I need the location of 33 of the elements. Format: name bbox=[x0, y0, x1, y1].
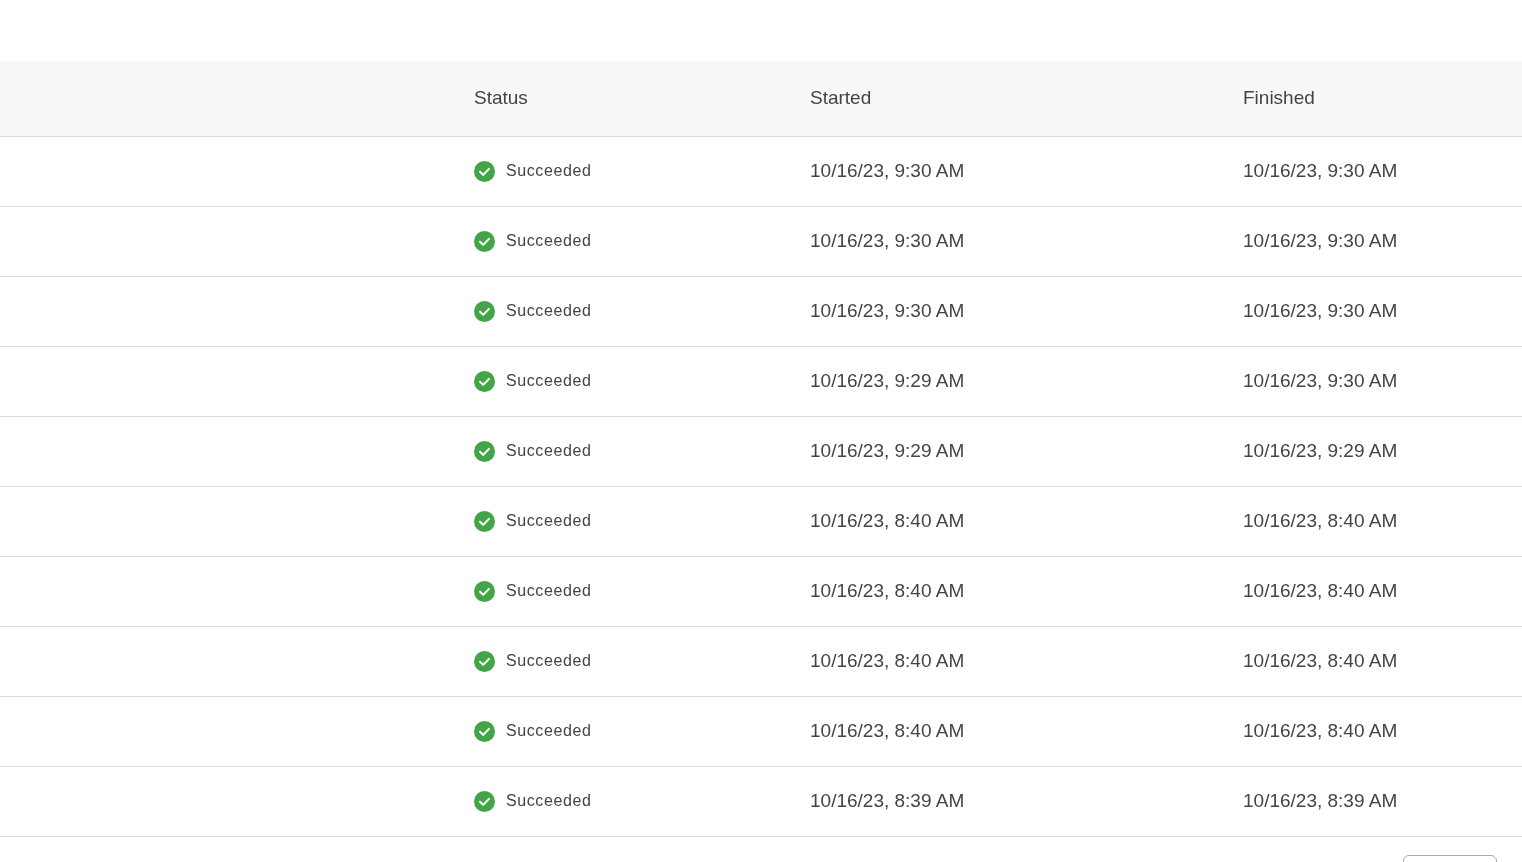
status-text: Succeeded bbox=[506, 581, 592, 601]
column-header: Status bbox=[474, 61, 810, 136]
finished-time: 10/16/23, 9:30 AM bbox=[1243, 299, 1398, 321]
status-text: Succeeded bbox=[506, 441, 592, 461]
finished-time: 10/16/23, 9:30 AM bbox=[1243, 369, 1398, 391]
started-time: 10/16/23, 9:30 AM bbox=[810, 299, 965, 321]
started-time: 10/16/23, 9:30 AM bbox=[810, 229, 965, 251]
status-text: Succeeded bbox=[506, 161, 592, 181]
column-header: Started bbox=[810, 61, 1243, 136]
status-text: Succeeded bbox=[506, 511, 592, 531]
finished-time: 10/16/23, 9:30 AM bbox=[1243, 159, 1398, 181]
status-text: Succeeded bbox=[506, 651, 592, 671]
started-time: 10/16/23, 9:29 AM bbox=[810, 439, 965, 461]
finished-time: 10/16/23, 8:39 AM bbox=[1243, 789, 1398, 811]
finished-time: 10/16/23, 8:40 AM bbox=[1243, 719, 1398, 741]
finished-time: 10/16/23, 8:40 AM bbox=[1243, 579, 1398, 601]
finished-time: 10/16/23, 9:29 AM bbox=[1243, 439, 1398, 461]
finished-time: 10/16/23, 9:30 AM bbox=[1243, 229, 1398, 251]
started-time: 10/16/23, 8:40 AM bbox=[810, 579, 965, 601]
started-time: 10/16/23, 8:40 AM bbox=[810, 509, 965, 531]
started-time: 10/16/23, 8:40 AM bbox=[810, 719, 965, 741]
finished-time: 10/16/23, 8:40 AM bbox=[1243, 649, 1398, 671]
status-text: Succeeded bbox=[506, 721, 592, 741]
column-header: Finished bbox=[1243, 61, 1522, 136]
status-text: Succeeded bbox=[506, 301, 592, 321]
status-text: Succeeded bbox=[506, 231, 592, 251]
status-text: Succeeded bbox=[506, 791, 592, 811]
started-time: 10/16/23, 8:39 AM bbox=[810, 789, 965, 811]
started-time: 10/16/23, 9:29 AM bbox=[810, 369, 965, 391]
finished-time: 10/16/23, 8:40 AM bbox=[1243, 509, 1398, 531]
started-time: 10/16/23, 9:30 AM bbox=[810, 159, 965, 181]
started-time: 10/16/23, 8:40 AM bbox=[810, 649, 965, 671]
status-text: Succeeded bbox=[506, 371, 592, 391]
